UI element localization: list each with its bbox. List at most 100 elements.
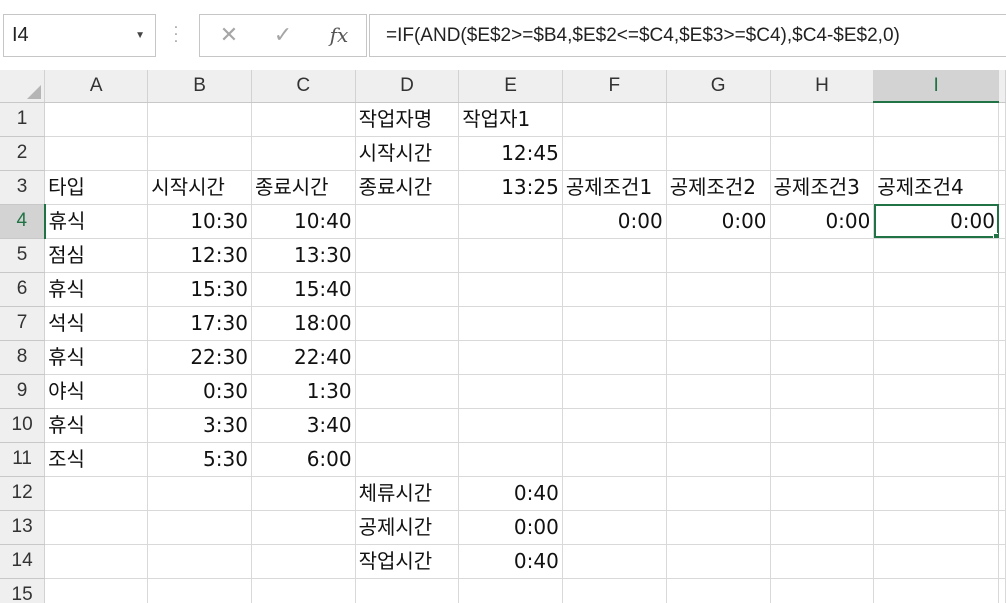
cell-d12[interactable]: 체류시간: [355, 476, 460, 511]
cell-a2[interactable]: [44, 136, 149, 171]
cell-c1[interactable]: [251, 102, 356, 137]
cell-b3[interactable]: 시작시간: [147, 170, 252, 205]
cell-b7[interactable]: 17:30: [147, 306, 252, 341]
cell-e3[interactable]: 13:25: [458, 170, 563, 205]
cell-a9[interactable]: 야식: [44, 374, 149, 409]
cell-i7[interactable]: [873, 306, 999, 341]
cell-g10[interactable]: [666, 408, 771, 443]
active-cell-i4[interactable]: 0:00: [873, 204, 999, 239]
drag-handle-icon[interactable]: · · ·: [173, 21, 179, 49]
cell-a11[interactable]: 조식: [44, 442, 149, 477]
cell-e5[interactable]: [458, 238, 563, 273]
cell-c5[interactable]: 13:30: [251, 238, 356, 273]
cell-b6[interactable]: 15:30: [147, 272, 252, 307]
cell-e2[interactable]: 12:45: [458, 136, 563, 171]
cell-h14[interactable]: [770, 544, 875, 579]
cell-j11[interactable]: [998, 442, 1006, 477]
cell-i13[interactable]: [873, 510, 999, 545]
cell-c3[interactable]: 종료시간: [251, 170, 356, 205]
cell-g14[interactable]: [666, 544, 771, 579]
fill-handle[interactable]: [993, 232, 998, 237]
cell-h3[interactable]: 공제조건3: [770, 170, 875, 205]
cell-f4[interactable]: 0:00: [562, 204, 667, 239]
cell-h15[interactable]: [770, 578, 875, 603]
formula-input[interactable]: =IF(AND($E$2>=$B4,$E$2<=$C4,$E$3>=$C4),$…: [369, 14, 1006, 57]
cell-f10[interactable]: [562, 408, 667, 443]
cell-h11[interactable]: [770, 442, 875, 477]
cell-i9[interactable]: [873, 374, 999, 409]
cell-a1[interactable]: [44, 102, 149, 137]
cell-d4[interactable]: [355, 204, 460, 239]
cell-d11[interactable]: [355, 442, 460, 477]
cell-j1[interactable]: [998, 102, 1006, 137]
cell-a5[interactable]: 점심: [44, 238, 149, 273]
cell-h4[interactable]: 0:00: [770, 204, 875, 239]
cell-g8[interactable]: [666, 340, 771, 375]
cell-e10[interactable]: [458, 408, 563, 443]
cell-j10[interactable]: [998, 408, 1006, 443]
cell-d10[interactable]: [355, 408, 460, 443]
cell-a15[interactable]: [44, 578, 149, 603]
cell-g11[interactable]: [666, 442, 771, 477]
cell-d15[interactable]: [355, 578, 460, 603]
cell-i5[interactable]: [873, 238, 999, 273]
cell-i14[interactable]: [873, 544, 999, 579]
cell-f12[interactable]: [562, 476, 667, 511]
row-header[interactable]: 13: [0, 510, 46, 545]
cell-b10[interactable]: 3:30: [147, 408, 252, 443]
cell-f8[interactable]: [562, 340, 667, 375]
cell-i2[interactable]: [873, 136, 999, 171]
row-header[interactable]: 15: [0, 578, 46, 603]
row-header[interactable]: 2: [0, 136, 46, 171]
row-header[interactable]: 11: [0, 442, 46, 477]
cell-g12[interactable]: [666, 476, 771, 511]
cell-e11[interactable]: [458, 442, 563, 477]
cell-f5[interactable]: [562, 238, 667, 273]
cell-g5[interactable]: [666, 238, 771, 273]
cell-c9[interactable]: 1:30: [251, 374, 356, 409]
cell-d14[interactable]: 작업시간: [355, 544, 460, 579]
column-header-f[interactable]: F: [562, 70, 667, 103]
cell-h13[interactable]: [770, 510, 875, 545]
cell-f2[interactable]: [562, 136, 667, 171]
cell-g6[interactable]: [666, 272, 771, 307]
cell-d1[interactable]: 작업자명: [355, 102, 460, 137]
row-header[interactable]: 8: [0, 340, 46, 375]
cell-h10[interactable]: [770, 408, 875, 443]
cell-h7[interactable]: [770, 306, 875, 341]
cell-g3[interactable]: 공제조건2: [666, 170, 771, 205]
cell-c8[interactable]: 22:40: [251, 340, 356, 375]
insert-function-icon[interactable]: fx: [322, 15, 356, 56]
cell-j9[interactable]: [998, 374, 1006, 409]
row-header[interactable]: 3: [0, 170, 46, 205]
cell-h1[interactable]: [770, 102, 875, 137]
row-header[interactable]: 12: [0, 476, 46, 511]
cell-b5[interactable]: 12:30: [147, 238, 252, 273]
select-all-corner[interactable]: [0, 70, 46, 103]
cancel-icon[interactable]: ✕: [214, 15, 244, 56]
cell-g4[interactable]: 0:00: [666, 204, 771, 239]
cell-a3[interactable]: 타입: [44, 170, 149, 205]
cell-h8[interactable]: [770, 340, 875, 375]
cell-g9[interactable]: [666, 374, 771, 409]
cell-b8[interactable]: 22:30: [147, 340, 252, 375]
cell-j3[interactable]: [998, 170, 1006, 205]
cell-g2[interactable]: [666, 136, 771, 171]
cell-c2[interactable]: [251, 136, 356, 171]
row-header[interactable]: 5: [0, 238, 46, 273]
cell-a7[interactable]: 석식: [44, 306, 149, 341]
cell-i1[interactable]: [873, 102, 999, 137]
column-header-a[interactable]: A: [44, 70, 149, 103]
cell-d3[interactable]: 종료시간: [355, 170, 460, 205]
cell-e7[interactable]: [458, 306, 563, 341]
cell-b13[interactable]: [147, 510, 252, 545]
cell-d8[interactable]: [355, 340, 460, 375]
cell-a14[interactable]: [44, 544, 149, 579]
cell-a10[interactable]: 휴식: [44, 408, 149, 443]
cell-i6[interactable]: [873, 272, 999, 307]
cell-d13[interactable]: 공제시간: [355, 510, 460, 545]
cell-a8[interactable]: 휴식: [44, 340, 149, 375]
cell-b14[interactable]: [147, 544, 252, 579]
chevron-down-icon[interactable]: ▼: [135, 15, 145, 56]
cell-c13[interactable]: [251, 510, 356, 545]
